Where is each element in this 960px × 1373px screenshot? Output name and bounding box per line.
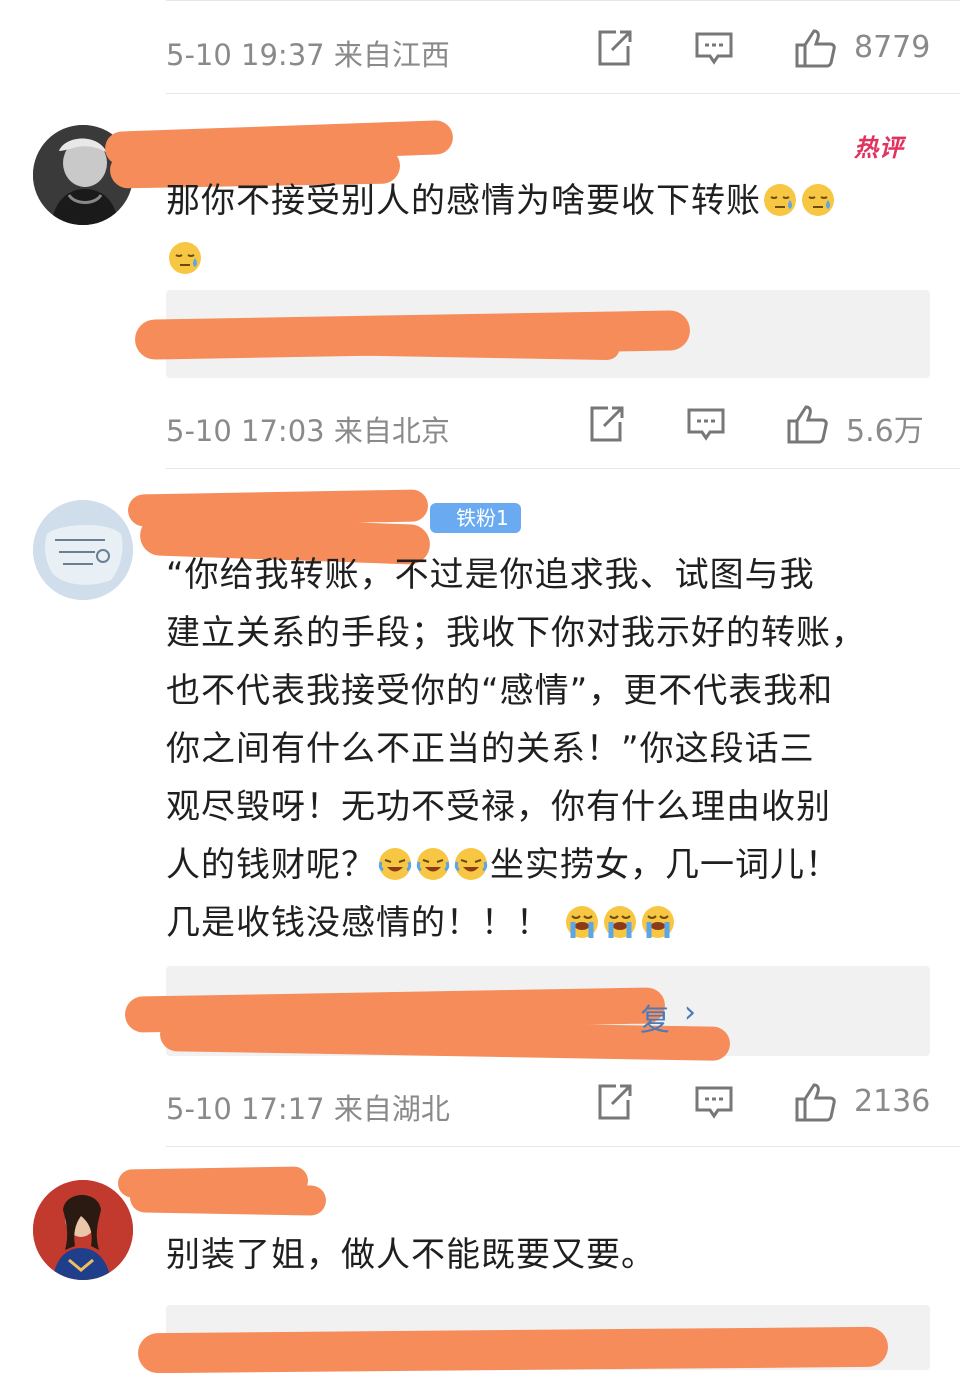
comment-time: 5-10 19:37 来自江西	[166, 38, 450, 72]
like-count: 2136	[854, 1084, 931, 1119]
repost-icon[interactable]	[594, 1082, 634, 1122]
sweat-face-emoji	[762, 178, 798, 216]
comment-time: 5-10 17:17 来自湖北	[166, 1092, 450, 1126]
comment-text: 别装了姐，做人不能既要又要。	[166, 1235, 656, 1275]
avatar[interactable]	[33, 500, 133, 600]
laughing-crying-emoji	[453, 842, 489, 880]
repost-icon[interactable]	[594, 28, 634, 68]
like-count: 8779	[854, 30, 931, 65]
bawling-emoji	[564, 900, 600, 938]
comment-text: “你给我转账，不过是你追求我、试图与我 建立关系的手段；我收下你对我示好的转账，…	[166, 555, 866, 943]
thumbs-up-icon[interactable]	[786, 404, 830, 444]
redacted-reply	[137, 1326, 889, 1373]
laughing-crying-emoji	[415, 842, 451, 880]
comment-2-meta: 5-10 17:03 来自北京 5.6万	[166, 398, 936, 449]
thumbs-up-icon[interactable]	[794, 1082, 838, 1122]
comment-text: 那你不接受别人的感情为啥要收下转账	[166, 172, 936, 288]
like-count: 5.6万	[846, 414, 924, 449]
thumbs-up-icon[interactable]	[794, 28, 838, 68]
avatar[interactable]	[33, 1180, 133, 1280]
chevron-right-icon[interactable]: ›	[684, 995, 696, 1030]
sweat-face-emoji	[800, 178, 836, 216]
fan-badge: 铁粉1	[430, 503, 521, 533]
redacted-username	[129, 1182, 327, 1216]
hot-comment-badge: 热评	[854, 134, 904, 162]
bawling-emoji	[640, 900, 676, 938]
reply-more-text[interactable]: 复	[640, 995, 670, 1039]
laughing-crying-emoji	[377, 842, 413, 880]
comment-icon[interactable]	[686, 404, 726, 444]
comment-time: 5-10 17:03 来自北京	[166, 414, 450, 448]
comment-3-meta: 5-10 17:17 来自湖北 2136	[166, 1076, 936, 1126]
comment-icon[interactable]	[694, 1082, 734, 1122]
comment-icon[interactable]	[694, 28, 734, 68]
sweat-face-emoji	[167, 236, 203, 274]
bawling-emoji	[602, 900, 638, 938]
comment-1-meta: 5-10 19:37 来自江西 8779	[166, 22, 936, 72]
repost-icon[interactable]	[586, 404, 626, 444]
